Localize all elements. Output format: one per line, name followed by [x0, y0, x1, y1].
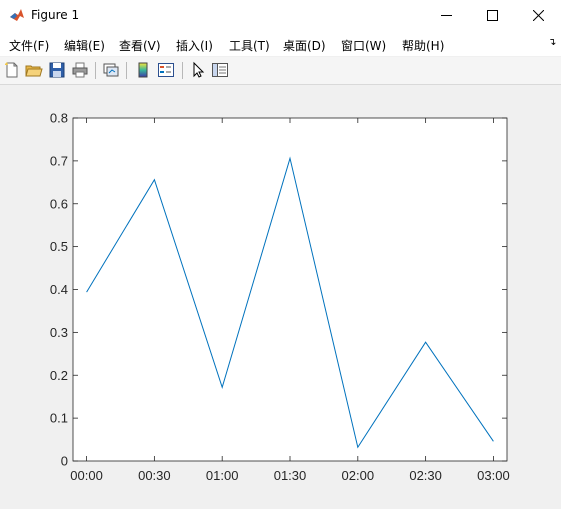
minimize-icon [440, 15, 452, 16]
line-chart: 0 0.1 0.2 0.3 0.4 0.5 0.6 0.7 0.8 00:00 00:30 01:00… [50, 111, 510, 484]
x-tick-label: 00:30 [138, 468, 171, 483]
x-tick-label: 01:00 [206, 468, 239, 483]
toolbar-separator [182, 62, 183, 79]
x-tick-label: 03:00 [477, 468, 510, 483]
save-icon[interactable] [48, 61, 66, 79]
y-tick-label: 0.5 [50, 239, 68, 254]
minimize-button[interactable] [423, 0, 469, 31]
insert-colorbar-icon[interactable] [134, 61, 152, 79]
menu-bar: 文件(F) 编辑(E) 查看(V) 插入(I) 工具(T) 桌面(D) 窗口(W… [0, 31, 561, 56]
matlab-logo-icon [9, 7, 25, 23]
y-tick-label: 0 [61, 454, 68, 469]
toolbar-separator [95, 62, 96, 79]
y-tick-label: 0.1 [50, 411, 68, 426]
toolbar-separator [126, 62, 127, 79]
window-title: Figure 1 [31, 8, 80, 22]
link-plot-icon[interactable] [102, 61, 120, 79]
x-tick-label: 02:00 [342, 468, 375, 483]
new-figure-icon[interactable] [3, 61, 21, 79]
close-icon [532, 10, 544, 21]
menu-arrow-icon[interactable]: ↴ [548, 37, 556, 48]
x-tick-label: 00:00 [70, 468, 103, 483]
y-tick-label: 0.2 [50, 368, 68, 383]
axes-box [72, 117, 508, 462]
close-button[interactable] [515, 0, 561, 31]
menu-desktop[interactable]: 桌面(D) [283, 37, 326, 54]
open-file-icon[interactable] [25, 61, 43, 79]
menu-tools[interactable]: 工具(T) [229, 37, 270, 54]
open-property-inspector-icon[interactable] [211, 61, 229, 79]
figure-canvas: 0 0.1 0.2 0.3 0.4 0.5 0.6 0.7 0.8 00:00 00:30 01:00… [0, 85, 561, 506]
title-bar: Figure 1 [0, 0, 561, 32]
menu-edit[interactable]: 编辑(E) [64, 37, 105, 54]
toolbar [0, 57, 561, 85]
menu-help[interactable]: 帮助(H) [402, 37, 444, 54]
menu-view[interactable]: 查看(V) [119, 37, 161, 54]
menu-file[interactable]: 文件(F) [9, 37, 49, 54]
y-tick-label: 0.7 [50, 153, 68, 168]
edit-plot-icon[interactable] [189, 61, 207, 79]
y-tick-label: 0.8 [50, 111, 68, 126]
y-tick-label: 0.4 [50, 282, 68, 297]
y-tick-label: 0.6 [50, 196, 68, 211]
menu-window[interactable]: 窗口(W) [341, 37, 386, 54]
insert-legend-icon[interactable] [157, 61, 175, 79]
maximize-button[interactable] [469, 0, 515, 31]
y-tick-label: 0.3 [50, 325, 68, 340]
x-tick-label: 01:30 [274, 468, 307, 483]
print-icon[interactable] [71, 61, 89, 79]
menu-insert[interactable]: 插入(I) [176, 37, 213, 54]
x-tick-label: 02:30 [409, 468, 442, 483]
maximize-icon [486, 10, 498, 21]
